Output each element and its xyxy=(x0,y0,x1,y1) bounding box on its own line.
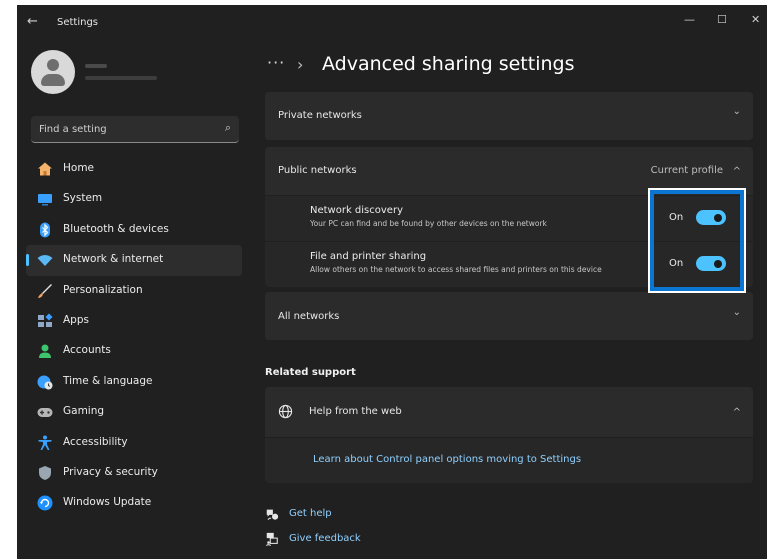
accounts-icon xyxy=(39,344,51,359)
sidebar-item-label: Time & language xyxy=(63,374,153,387)
chevron-up-icon[interactable]: ^ xyxy=(733,407,741,418)
sidebar-item-gaming[interactable]: Gaming xyxy=(26,397,242,427)
maximize-icon[interactable]: ☐ xyxy=(717,13,727,26)
breadcrumb-overflow-button[interactable]: ··· xyxy=(267,53,285,72)
close-icon[interactable]: ✕ xyxy=(751,13,760,26)
sidebar-item-label: Personalization xyxy=(63,283,143,296)
minimize-icon[interactable]: — xyxy=(684,13,695,26)
title-bar: ← Settings — ☐ ✕ xyxy=(17,5,767,41)
sidebar-item-label: Home xyxy=(63,162,95,174)
sidebar-item-privacy[interactable]: Privacy & security xyxy=(26,458,242,488)
public-networks-card[interactable]: Public networks Current profile ^ xyxy=(265,147,753,195)
help-from-web-label: Help from the web xyxy=(309,406,402,417)
sidebar-item-label: Gaming xyxy=(63,405,105,418)
sidebar-item-network[interactable]: Network & internet xyxy=(26,245,242,276)
sidebar-item-label: Accounts xyxy=(63,344,111,357)
window-title: Settings xyxy=(57,17,99,28)
section-label: Private networks xyxy=(278,110,362,121)
section-label: Public networks xyxy=(278,165,357,176)
search-icon[interactable]: ⌕ xyxy=(225,121,231,135)
settings-window: ← Settings — ☐ ✕ ⌕ Home System Bluetooth… xyxy=(17,5,767,559)
feedback-icon xyxy=(265,532,278,546)
sidebar-item-label: Apps xyxy=(63,313,89,326)
sidebar-item-system[interactable]: System xyxy=(26,184,242,214)
chevron-right-icon: › xyxy=(297,55,304,74)
search-input[interactable] xyxy=(39,120,209,138)
private-networks-card[interactable]: Private networks ⌄ xyxy=(265,92,753,140)
section-label: All networks xyxy=(278,311,340,322)
sidebar-item-apps[interactable]: Apps xyxy=(26,306,242,336)
gamepad-icon xyxy=(37,408,53,418)
setting-description: Your PC can find and be found by other d… xyxy=(310,219,547,228)
sidebar-item-windows-update[interactable]: Windows Update xyxy=(26,488,242,518)
sidebar-item-accounts[interactable]: Accounts xyxy=(26,336,242,366)
search-box[interactable]: ⌕ xyxy=(31,116,239,143)
all-networks-card[interactable]: All networks ⌄ xyxy=(265,292,753,340)
brush-icon xyxy=(38,283,52,298)
setting-title: File and printer sharing xyxy=(310,251,427,262)
wifi-icon xyxy=(37,255,53,267)
sidebar-item-label: Accessibility xyxy=(63,435,128,448)
sidebar-item-home[interactable]: Home xyxy=(26,154,242,184)
sidebar-item-bluetooth[interactable]: Bluetooth & devices xyxy=(26,215,242,245)
get-help-icon xyxy=(266,509,279,520)
give-feedback-label: Give feedback xyxy=(289,533,361,544)
control-panel-link[interactable]: Learn about Control panel options moving… xyxy=(313,454,581,465)
shield-icon xyxy=(39,465,51,480)
sidebar-item-time-language[interactable]: Time & language xyxy=(26,367,242,397)
accessibility-icon xyxy=(38,435,52,450)
active-indicator xyxy=(26,254,29,267)
home-icon xyxy=(38,162,52,176)
windows-update-icon xyxy=(37,495,53,511)
chevron-down-icon[interactable]: ⌄ xyxy=(733,307,741,318)
avatar xyxy=(31,50,75,94)
page-title: Advanced sharing settings xyxy=(322,53,575,75)
bluetooth-icon xyxy=(40,222,50,238)
sidebar-item-accessibility[interactable]: Accessibility xyxy=(26,428,242,458)
back-icon[interactable]: ← xyxy=(27,14,38,29)
sidebar-item-label: Bluetooth & devices xyxy=(63,222,169,235)
help-from-web-card[interactable]: Help from the web ^ xyxy=(265,387,753,437)
chevron-up-icon[interactable]: ^ xyxy=(733,166,741,177)
globe-icon xyxy=(278,404,293,419)
globe-clock-icon xyxy=(37,375,53,390)
related-support-heading: Related support xyxy=(265,367,356,378)
toggle-highlight-box xyxy=(648,188,746,293)
user-name-redacted xyxy=(85,64,107,68)
sidebar-item-personalization[interactable]: Personalization xyxy=(26,276,242,306)
setting-description: Allow others on the network to access sh… xyxy=(310,265,602,274)
get-help-label: Get help xyxy=(289,508,332,519)
sidebar-item-label: Windows Update xyxy=(63,496,152,509)
system-icon xyxy=(38,194,52,206)
setting-title: Network discovery xyxy=(310,205,403,216)
sidebar-item-label: System xyxy=(63,192,103,205)
chevron-down-icon[interactable]: ⌄ xyxy=(733,106,741,117)
sidebar-nav: Home System Bluetooth & devices Network … xyxy=(26,154,242,519)
sidebar-item-label: Privacy & security xyxy=(63,465,158,478)
user-email-redacted xyxy=(85,76,157,80)
sidebar-item-label: Network & internet xyxy=(63,253,164,266)
current-profile-label: Current profile xyxy=(650,165,723,176)
apps-icon xyxy=(38,313,53,327)
